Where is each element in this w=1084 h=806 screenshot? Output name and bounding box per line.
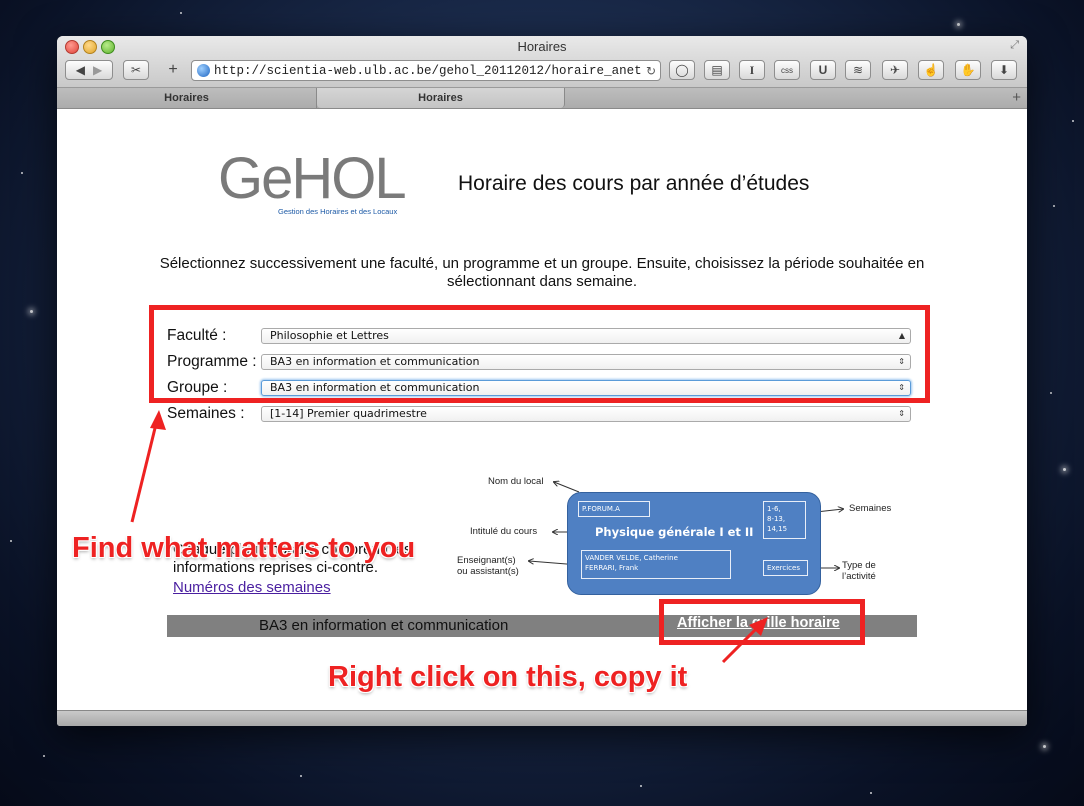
annotation-find: Find what matters to you: [72, 532, 416, 564]
legend-local-label: Nom du local: [488, 476, 544, 487]
legend-weeks-label: Semaines: [849, 503, 892, 514]
sample-time-slot: P.FORUM.A Physique générale I et II VAND…: [567, 492, 821, 595]
stop-button[interactable]: ◯: [669, 60, 695, 80]
tool-button[interactable]: ✈: [882, 60, 908, 80]
sample-teachers: VANDER VELDE, Catherine FERRARI, Frank: [581, 550, 731, 579]
sample-type: Exercices: [763, 560, 808, 576]
stop-icon: ◯: [675, 63, 689, 77]
hand-icon: ☝: [923, 63, 939, 77]
intro-text: Sélectionnez successivement une faculté,…: [159, 255, 925, 290]
underline-button[interactable]: U: [810, 60, 836, 80]
block-button[interactable]: ✋: [955, 60, 981, 80]
page-content: GeHOL Gestion des Horaires et des Locaux…: [57, 109, 1027, 711]
legend-course-label: Intitulé du cours: [470, 526, 538, 537]
text-button[interactable]: I: [739, 60, 765, 80]
tab-bar: Horaires Horaires +: [57, 88, 1027, 109]
css-icon: css: [781, 65, 793, 75]
css-button[interactable]: css: [774, 60, 800, 80]
title-bar: Horaires ⤢ ◀ ▶ ✂ + http://scientia-web.u…: [57, 36, 1027, 88]
annotation-box-selection: [149, 305, 930, 403]
semaines-select[interactable]: [1-14] Premier quadrimestre ⇕: [261, 406, 911, 422]
new-tab-icon[interactable]: +: [1012, 89, 1021, 106]
wifi-icon: ≋: [852, 63, 864, 77]
hand2-icon: ✋: [960, 63, 976, 77]
logo-text: GeHOL: [218, 146, 407, 211]
bookmarks-icon: ✂: [130, 63, 142, 77]
hand-button[interactable]: ☝: [918, 60, 944, 80]
url-text[interactable]: http://scientia-web.ulb.ac.be/gehol_2011…: [214, 64, 642, 78]
sample-course: Physique générale I et II: [595, 525, 754, 539]
underline-icon: U: [818, 63, 828, 77]
annotation-box-show-grid: [659, 599, 865, 645]
gehol-logo: GeHOL Gestion des Horaires et des Locaux: [218, 146, 418, 217]
time-slot-legend-diagram: Nom du local Intitulé du cours Enseignan…: [457, 471, 917, 611]
bookmarks-button[interactable]: ✂: [123, 60, 149, 80]
annotation-rightclick: Right click on this, copy it: [328, 661, 688, 693]
weeks-numbers-link[interactable]: Numéros des semaines: [173, 579, 331, 596]
legend-teacher-label: Enseignant(s) ou assistant(s): [457, 555, 519, 577]
address-bar[interactable]: http://scientia-web.ulb.ac.be/gehol_2011…: [191, 60, 661, 81]
sample-local: P.FORUM.A: [578, 501, 650, 517]
reload-icon[interactable]: ↻: [642, 64, 660, 78]
fullscreen-icon[interactable]: ⤢: [1010, 39, 1019, 52]
rss-icon: ▤: [711, 63, 723, 77]
tab-horaires-2[interactable]: Horaires: [317, 88, 565, 108]
page-title: Horaire des cours par année d’études: [458, 172, 810, 195]
logo-subtitle: Gestion des Horaires et des Locaux: [278, 207, 398, 216]
semaines-label: Semaines :: [167, 405, 245, 422]
tab-horaires-1[interactable]: Horaires: [57, 88, 317, 108]
rss-button[interactable]: ▤: [704, 60, 730, 80]
forward-icon[interactable]: ▶: [93, 63, 102, 77]
wifi-button[interactable]: ≋: [845, 60, 871, 80]
browser-window: Horaires ⤢ ◀ ▶ ✂ + http://scientia-web.u…: [57, 36, 1027, 726]
semaines-value: [1-14] Premier quadrimestre: [270, 407, 427, 420]
back-forward-buttons[interactable]: ◀ ▶: [65, 60, 113, 80]
legend-type-label: Type de l’activité: [842, 560, 876, 582]
sample-weeks: 1-6, 8-13, 14,15: [763, 501, 806, 539]
window-title: Horaires: [517, 39, 567, 54]
globe-icon: [197, 64, 210, 77]
status-bar: [57, 710, 1027, 726]
tool-icon: ✈: [889, 63, 901, 77]
text-icon: I: [749, 62, 755, 77]
back-icon[interactable]: ◀: [76, 63, 85, 77]
download-button[interactable]: ⬇: [991, 60, 1017, 80]
selected-group: BA3 en information et communication: [259, 617, 509, 634]
add-icon: +: [168, 61, 178, 78]
add-bookmark-button[interactable]: +: [161, 60, 185, 80]
download-icon: ⬇: [998, 63, 1010, 77]
select-arrows-icon: ⇕: [898, 409, 905, 418]
